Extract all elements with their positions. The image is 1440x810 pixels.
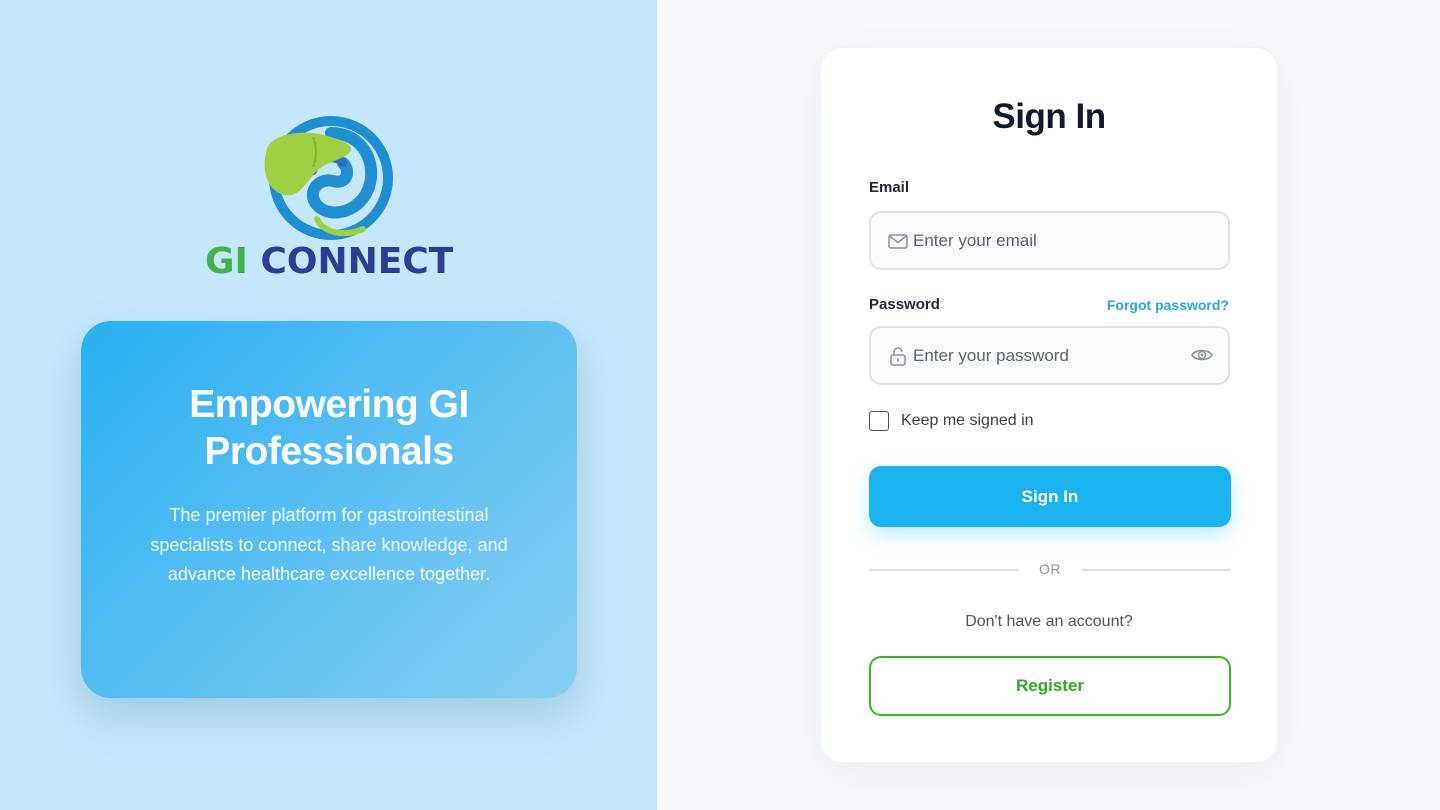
email-label: Email bbox=[869, 179, 910, 196]
forgot-password-link[interactable]: Forgot password? bbox=[1107, 297, 1229, 313]
keep-signed-in-label: Keep me signed in bbox=[901, 412, 1034, 429]
mail-icon bbox=[888, 234, 908, 249]
logo-text-gi: GI bbox=[205, 241, 248, 282]
email-field-wrapper bbox=[869, 211, 1230, 270]
promo-card: Empowering GI Professionals The premier … bbox=[81, 321, 577, 698]
lock-icon bbox=[890, 347, 906, 366]
divider-line-right bbox=[1082, 569, 1231, 571]
promo-description: The premier platform for gastrointestina… bbox=[150, 505, 508, 584]
eye-icon[interactable] bbox=[1190, 344, 1214, 366]
logo-text-connect: CONNECT bbox=[260, 241, 454, 282]
keep-signed-in[interactable]: Keep me signed in bbox=[869, 410, 1034, 432]
keep-signed-in-checkbox[interactable] bbox=[869, 411, 889, 431]
logo-emblem-icon bbox=[264, 116, 393, 240]
promo-title: Empowering GI Professionals bbox=[189, 383, 469, 473]
login-page: GI CONNECT Empowering GI Professionals T… bbox=[0, 0, 1440, 810]
register-button[interactable]: Register bbox=[869, 656, 1231, 716]
signin-card: Sign In Email Password Forgot password? bbox=[820, 47, 1278, 763]
logo-wordmark: GI CONNECT bbox=[205, 242, 455, 282]
form-panel: Sign In Email Password Forgot password? bbox=[657, 0, 1440, 810]
password-input[interactable] bbox=[913, 328, 1183, 383]
gi-connect-logo: GI CONNECT bbox=[205, 115, 455, 285]
sign-in-button[interactable]: Sign In bbox=[869, 466, 1231, 527]
password-label: Password bbox=[869, 296, 940, 313]
password-field-wrapper bbox=[869, 326, 1230, 385]
email-input[interactable] bbox=[913, 213, 1183, 268]
signin-title: Sign In bbox=[992, 97, 1106, 136]
or-divider: OR bbox=[869, 559, 1231, 579]
no-account-text: Don't have an account? bbox=[965, 613, 1133, 630]
brand-panel: GI CONNECT Empowering GI Professionals T… bbox=[0, 0, 657, 810]
